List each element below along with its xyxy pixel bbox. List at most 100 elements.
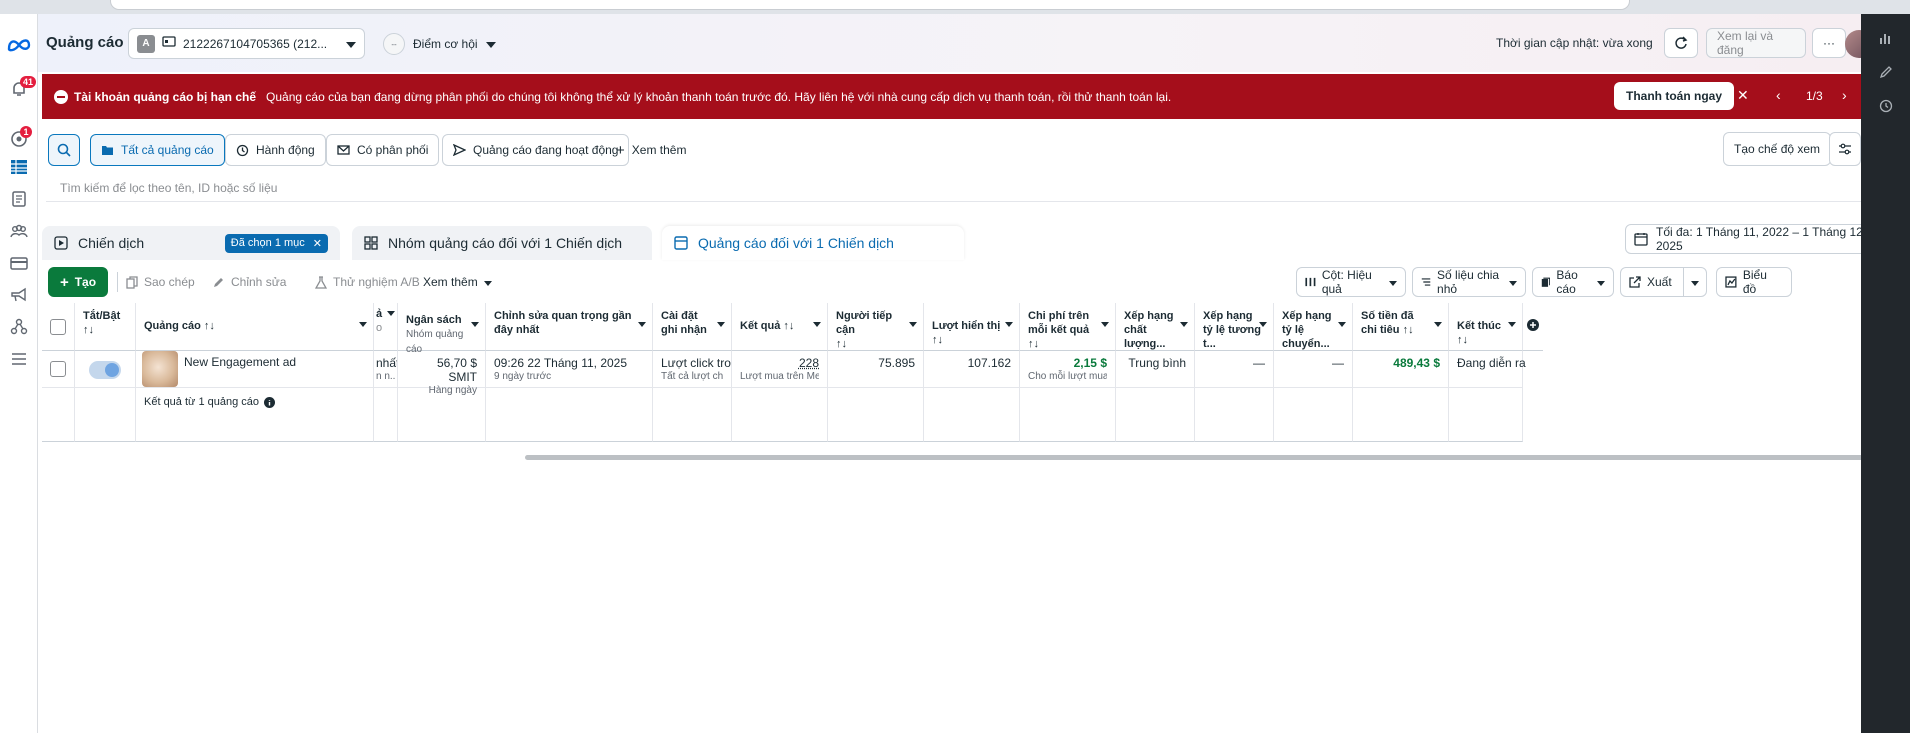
ab-test-button[interactable]: Thử nghiệm A/B	[307, 267, 428, 297]
toolbar-see-more[interactable]: Xem thêm	[415, 267, 500, 297]
more-options-button[interactable]: ···	[1812, 28, 1846, 58]
sort-icon[interactable]: ↑↓	[1403, 324, 1414, 336]
search-button[interactable]	[48, 134, 80, 166]
pay-now-button[interactable]: Thanh toán ngay	[1614, 82, 1734, 110]
results-value[interactable]: 228	[799, 356, 819, 370]
all-tools-menu-icon[interactable]	[4, 346, 34, 372]
add-column-icon[interactable]	[1523, 303, 1543, 351]
selected-chip[interactable]: Đã chọn 1 mục ✕	[224, 233, 328, 253]
header-engagement-rank[interactable]: Xếp hạng tỷ lệ tương t...	[1195, 303, 1274, 351]
budget-cell[interactable]: 56,70 $ SMIT Hàng ngày	[398, 351, 486, 396]
filter-see-more[interactable]: + Xem thêm	[606, 134, 696, 166]
chevron-down-icon[interactable]	[359, 322, 367, 327]
chevron-down-icon[interactable]	[1101, 322, 1109, 327]
chevron-down-icon[interactable]	[1434, 322, 1442, 327]
bar-chart-icon[interactable]	[1876, 28, 1896, 48]
export-dropdown[interactable]	[1683, 267, 1707, 297]
row-select[interactable]	[42, 351, 75, 388]
filter-actions[interactable]: Hành động	[225, 134, 326, 166]
header-ad-name[interactable]: Quảng cáo ↑↓	[136, 303, 374, 351]
address-bar[interactable]	[110, 0, 1630, 10]
meta-logo-icon[interactable]	[4, 32, 34, 58]
header-toggle[interactable]: Tắt/Bật ↑↓	[75, 303, 136, 351]
chevron-down-icon[interactable]	[387, 311, 395, 316]
sort-icon[interactable]: ↑↓	[1457, 334, 1468, 346]
sort-icon[interactable]: ↑↓	[932, 334, 943, 346]
ad-name[interactable]: New Engagement ad	[184, 355, 296, 369]
reports-button[interactable]: Báo cáo	[1532, 267, 1614, 297]
filter-all-ads[interactable]: Tất cả quảng cáo	[90, 134, 225, 166]
results-cell[interactable]: 228Lượt mua trên Meta	[732, 351, 828, 388]
chevron-down-icon[interactable]	[1508, 322, 1516, 327]
sort-icon[interactable]: ↑↓	[1028, 338, 1039, 350]
close-icon[interactable]: ✕	[313, 237, 322, 250]
chevron-down-icon[interactable]	[1259, 322, 1267, 327]
chevron-down-icon[interactable]	[638, 322, 646, 327]
row-checkbox[interactable]	[50, 361, 66, 377]
header-budget[interactable]: Ngân sách Nhóm quảng cáo	[398, 303, 486, 355]
header-results[interactable]: Kết quả ↑↓	[732, 303, 828, 351]
header-conversion-rank[interactable]: Xếp hạng tỷ lệ chuyển...	[1274, 303, 1353, 351]
info-icon[interactable]	[264, 397, 276, 408]
sort-icon[interactable]: ↑↓	[204, 320, 215, 332]
header-attribution[interactable]: Cài đặt ghi nhận	[653, 303, 732, 351]
chevron-down-icon[interactable]	[813, 322, 821, 327]
chevron-right-icon[interactable]: ›	[1842, 87, 1847, 103]
edit-button[interactable]: Chỉnh sửa	[205, 267, 294, 297]
sort-icon[interactable]: ↑↓	[83, 324, 94, 336]
header-cost-per-result[interactable]: Chi phí trên mỗi kết quả ↑↓	[1020, 303, 1116, 351]
header-amount-spent[interactable]: Số tiền đã chi tiêu ↑↓	[1353, 303, 1449, 351]
tab-ads[interactable]: Quảng cáo đối với 1 Chiến dịch	[662, 226, 964, 260]
billing-icon[interactable]	[4, 250, 34, 276]
export-button[interactable]: Xuất	[1620, 267, 1684, 297]
chevron-down-icon[interactable]	[1005, 322, 1013, 327]
account-quality-icon[interactable]: 1	[4, 126, 34, 152]
sort-icon[interactable]: ↑↓	[836, 338, 847, 350]
chevron-left-icon[interactable]: ‹	[1776, 87, 1781, 103]
table-row[interactable]: New Engagement ad	[136, 351, 374, 388]
columns-button[interactable]: Cột: Hiệu quả	[1296, 267, 1406, 297]
search-input[interactable]: Tìm kiếm để lọc theo tên, ID hoặc số liệ…	[46, 174, 1861, 202]
campaigns-megaphone-icon[interactable]	[4, 282, 34, 308]
tab-campaigns[interactable]: Chiến dịch Đã chọn 1 mục ✕	[42, 226, 340, 260]
audiences-icon[interactable]	[4, 218, 34, 244]
refresh-button[interactable]	[1664, 28, 1698, 58]
breakdown-button[interactable]: Số liệu chia nhỏ	[1412, 267, 1526, 297]
header-ends[interactable]: Kết thúc ↑↓	[1449, 303, 1523, 351]
close-icon[interactable]: ✕	[1737, 87, 1749, 104]
ad-toggle[interactable]	[89, 361, 121, 379]
header-quality-rank[interactable]: Xếp hạng chất lượng...	[1116, 303, 1195, 351]
tab-adsets[interactable]: Nhóm quảng cáo đối với 1 Chiến dịch	[352, 226, 652, 260]
avatar[interactable]	[1845, 30, 1861, 58]
chevron-down-icon[interactable]	[717, 322, 725, 327]
header-reach[interactable]: Người tiếp cận ↑↓	[828, 303, 924, 351]
header-select-all[interactable]	[42, 303, 75, 351]
chevron-down-icon[interactable]	[1180, 322, 1188, 327]
pages-icon[interactable]	[4, 186, 34, 212]
select-all-checkbox[interactable]	[50, 319, 66, 335]
ad-account-selector[interactable]: A 2122267104705365 (212...	[128, 28, 365, 59]
filter-active-ads[interactable]: Quảng cáo đang hoạt động	[442, 134, 630, 166]
charts-button[interactable]: Biểu đồ	[1716, 267, 1792, 297]
filter-delivering[interactable]: Có phân phối	[326, 134, 440, 166]
business-settings-icon[interactable]	[4, 314, 34, 340]
view-settings-button[interactable]	[1829, 132, 1861, 166]
history-clock-icon[interactable]	[1876, 96, 1896, 116]
chevron-down-icon[interactable]	[471, 322, 479, 327]
sort-icon[interactable]: ↑↓	[783, 320, 794, 332]
date-range-picker[interactable]: Tối đa: 1 Tháng 11, 2022 – 1 Tháng 12, 2…	[1625, 224, 1861, 254]
review-publish-button[interactable]: Xem lại và đăng	[1706, 28, 1806, 58]
chevron-down-icon[interactable]	[909, 322, 917, 327]
horizontal-scrollbar[interactable]	[525, 455, 1861, 460]
ads-manager-table-icon[interactable]	[4, 154, 34, 180]
chevron-down-icon[interactable]	[1338, 322, 1346, 327]
notifications-icon[interactable]: 41	[4, 76, 37, 102]
pencil-icon[interactable]	[1876, 62, 1896, 82]
header-clipped[interactable]: ảo	[374, 303, 398, 351]
opportunity-score[interactable]: -- Điểm cơ hội	[383, 33, 496, 55]
header-impressions[interactable]: Lượt hiển thị ↑↓	[924, 303, 1020, 351]
duplicate-button[interactable]: Sao chép	[118, 267, 203, 297]
header-last-edit[interactable]: Chỉnh sửa quan trọng gần đây nhất	[486, 303, 653, 351]
account-quality-badge: 1	[20, 126, 32, 138]
create-view-button[interactable]: Tạo chế độ xem	[1723, 132, 1832, 166]
